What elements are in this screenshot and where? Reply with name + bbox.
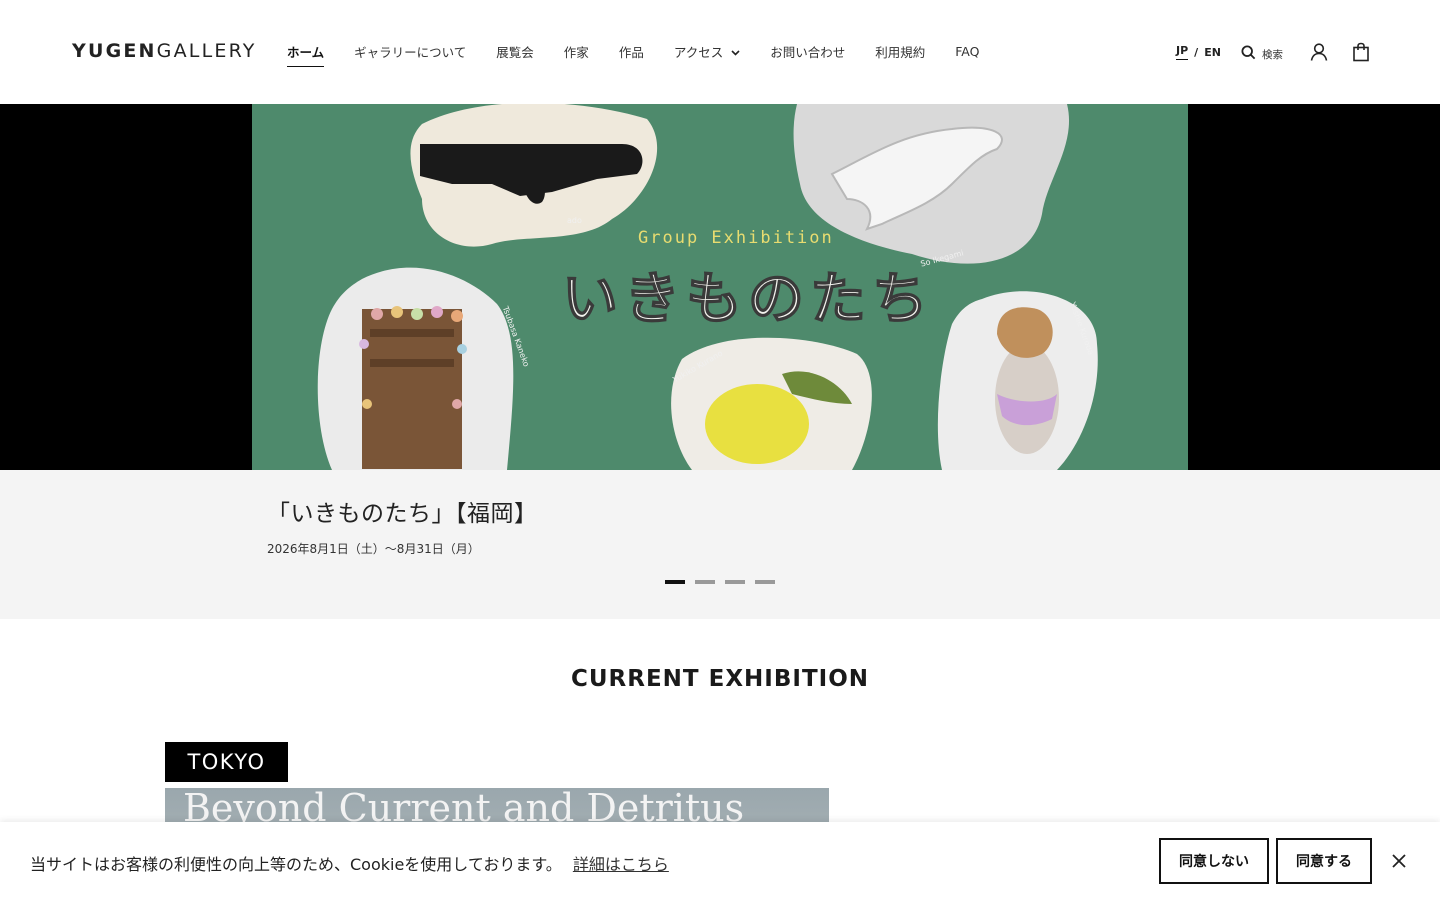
hero-exhibition-en: Group Exhibition	[638, 228, 834, 248]
nav-item-faq[interactable]: FAQ	[955, 44, 979, 65]
hero-caption-date: 2026年8月1日（土）〜8月31日（月）	[267, 542, 480, 556]
nav-item-contact[interactable]: お問い合わせ	[770, 42, 845, 67]
nav-item-home[interactable]: ホーム	[287, 42, 325, 67]
close-icon[interactable]	[1390, 852, 1408, 870]
nav-label: ホーム	[287, 45, 325, 60]
artist-label: ado	[567, 216, 582, 225]
site-header: YUGENGALLERY ホーム ギャラリーについて 展覧会 作家 作品 アクセ…	[0, 0, 1440, 104]
nav-label: 作品	[618, 45, 644, 60]
current-exhibition-heading: CURRENT EXHIBITION	[570, 666, 870, 692]
slider-dot-4[interactable]	[755, 580, 775, 584]
logo-light-text: GALLERY	[156, 40, 257, 62]
slider-dot-2[interactable]	[695, 580, 715, 584]
hero-caption-title[interactable]: 「いきものたち」【福岡】	[267, 494, 538, 528]
slider-pagination	[665, 580, 775, 584]
search-label: 検索	[1262, 48, 1283, 61]
main-nav: ホーム ギャラリーについて 展覧会 作家 作品 アクセス お問い合わせ 利用規約…	[287, 42, 1009, 67]
site-logo[interactable]: YUGENGALLERY	[72, 40, 257, 62]
nav-label: 展覧会	[496, 45, 534, 60]
nav-label: お問い合わせ	[770, 45, 846, 60]
nav-label: アクセス	[673, 45, 724, 60]
cookie-banner: 当サイトはお客様の利便性の向上等のため、Cookieを使用しております。 詳細は…	[0, 822, 1440, 900]
chevron-down-icon	[731, 48, 740, 59]
shopping-bag-icon[interactable]	[1351, 42, 1371, 62]
location-tag: TOKYO	[165, 742, 288, 782]
nav-item-about[interactable]: ギャラリーについて	[354, 42, 466, 67]
search-button[interactable]: 検索	[1241, 45, 1283, 63]
cookie-message: 当サイトはお客様の利便性の向上等のため、Cookieを使用しております。 詳細は…	[30, 851, 669, 875]
cookie-details-link[interactable]: 詳細はこちら	[573, 855, 669, 874]
nav-label: FAQ	[955, 44, 980, 59]
nav-item-exhibitions[interactable]: 展覧会	[496, 42, 534, 67]
nav-label: ギャラリーについて	[354, 45, 467, 60]
hero-exhibition-jp: いきものたち	[561, 266, 934, 333]
nav-label: 作家	[563, 45, 589, 60]
slider-dot-1[interactable]	[665, 580, 685, 584]
nav-label: 利用規約	[875, 45, 926, 60]
nav-item-artists[interactable]: 作家	[564, 42, 589, 67]
hero-caption: 「いきものたち」【福岡】 2026年8月1日（土）〜8月31日（月）	[0, 470, 1440, 619]
nav-item-works[interactable]: 作品	[619, 42, 644, 67]
lang-separator: /	[1194, 45, 1199, 59]
nav-item-terms[interactable]: 利用規約	[875, 42, 925, 67]
language-switcher: JP / EN	[1176, 44, 1221, 60]
lang-en-link[interactable]: EN	[1204, 46, 1221, 59]
slider-dot-3[interactable]	[725, 580, 745, 584]
hero-slider[interactable]: Group Exhibition いきものたち ado So Ikegami T…	[0, 104, 1440, 470]
cookie-decline-button[interactable]: 同意しない	[1159, 838, 1269, 884]
search-icon	[1241, 45, 1256, 63]
lang-jp-link[interactable]: JP	[1176, 44, 1189, 60]
cookie-message-text: 当サイトはお客様の利便性の向上等のため、Cookieを使用しております。	[30, 855, 562, 874]
hero-banner-image[interactable]: Group Exhibition いきものたち ado So Ikegami T…	[252, 104, 1188, 470]
nav-item-access[interactable]: アクセス	[674, 42, 740, 67]
cookie-accept-button[interactable]: 同意する	[1276, 838, 1372, 884]
logo-bold-text: YUGEN	[72, 40, 157, 62]
account-icon[interactable]	[1309, 42, 1329, 62]
